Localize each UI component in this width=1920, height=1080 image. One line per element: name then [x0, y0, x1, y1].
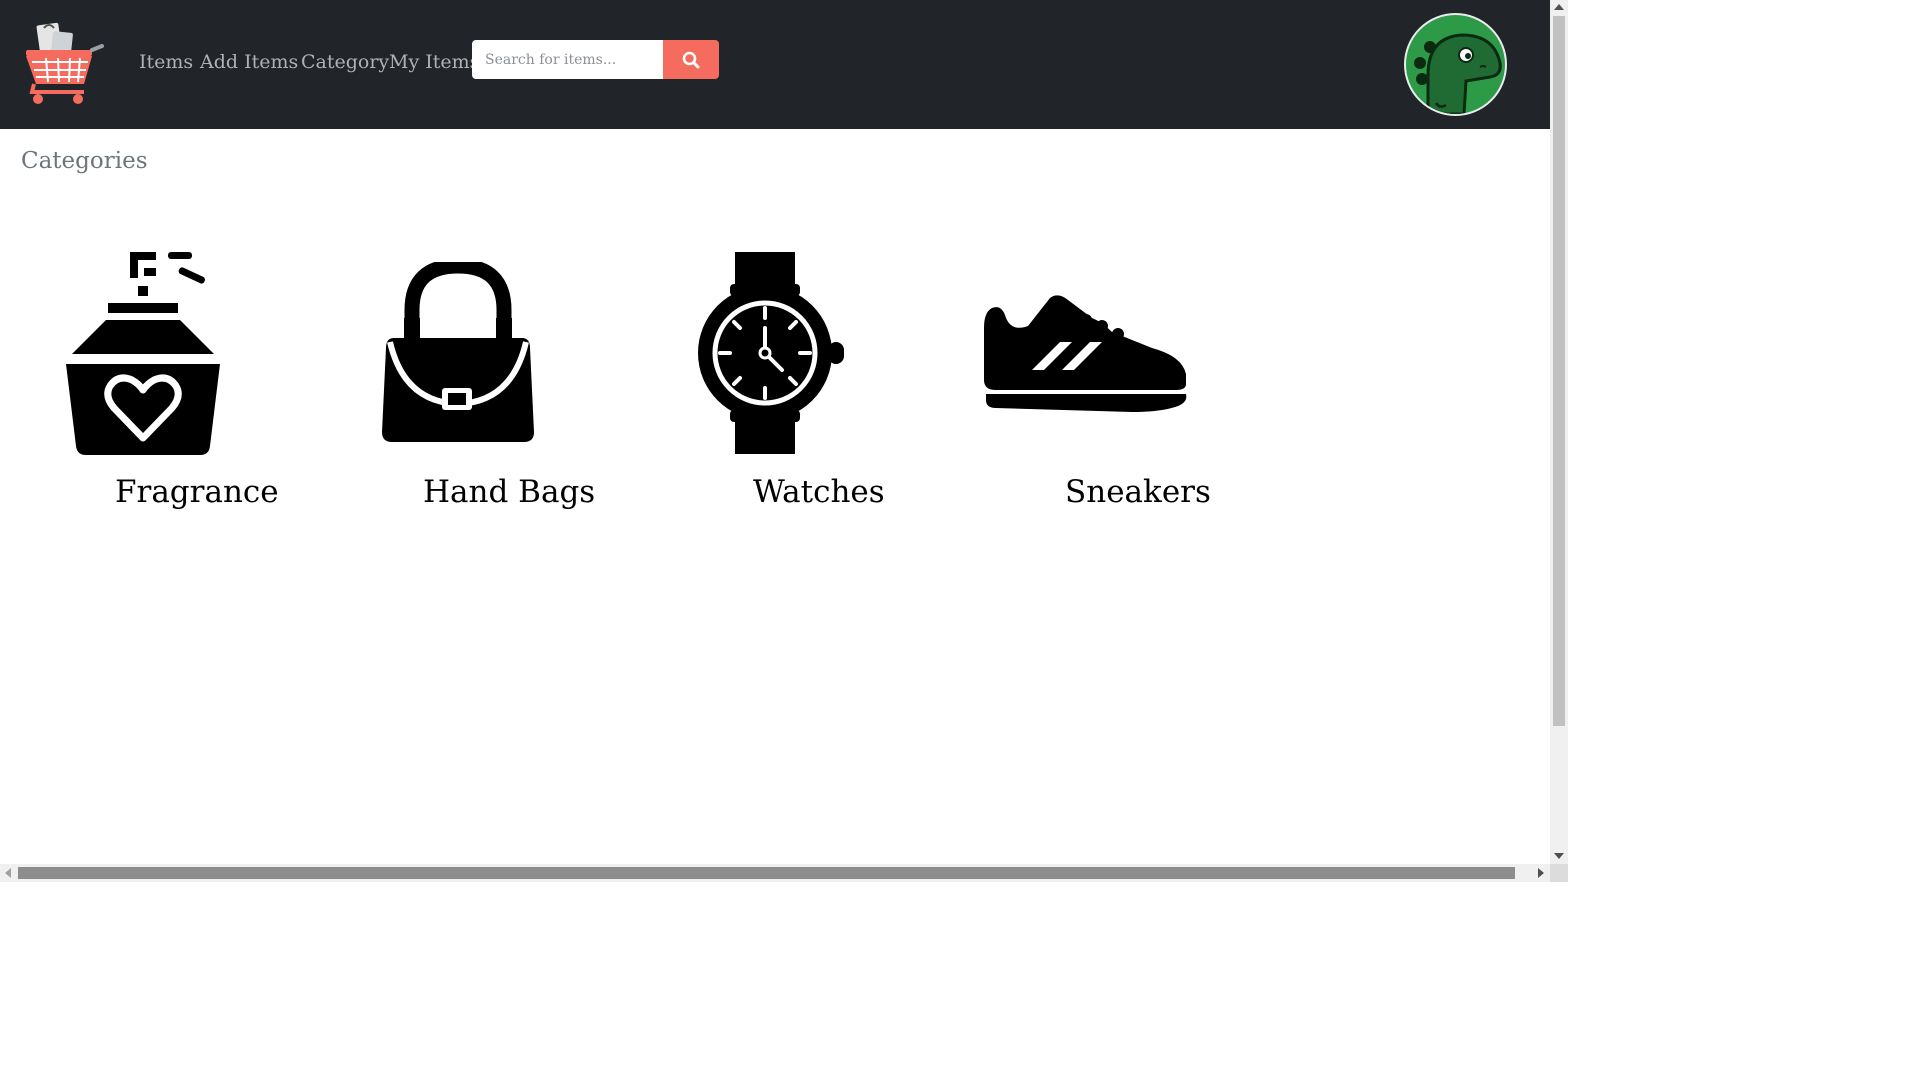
category-label-hand-bags[interactable]: Hand Bags [423, 474, 595, 510]
category-label-watches[interactable]: Watches [753, 474, 885, 510]
wristwatch-icon[interactable] [698, 250, 846, 456]
user-avatar[interactable] [1404, 13, 1507, 116]
sneaker-icon[interactable] [982, 292, 1190, 414]
scroll-right-arrow-icon[interactable] [1538, 868, 1544, 878]
page-title: Categories [21, 148, 148, 174]
nav-link-items[interactable]: Items [139, 48, 193, 76]
search-button[interactable] [663, 40, 719, 79]
nav-link-add-items[interactable]: Add Items [200, 48, 298, 76]
scroll-down-arrow-icon[interactable] [1554, 853, 1564, 859]
nav-link-category[interactable]: Category [301, 48, 389, 76]
handbag-icon[interactable] [380, 262, 536, 444]
navbar: Items Add Items Category My Items [0, 0, 1550, 129]
dinosaur-avatar-icon [1414, 33, 1502, 114]
vertical-scrollbar-thumb[interactable] [1553, 16, 1565, 726]
nav-link-my-items[interactable]: My Items [389, 48, 479, 76]
scrollbar-corner [1550, 864, 1568, 882]
category-label-fragrance[interactable]: Fragrance [115, 474, 279, 510]
scroll-left-arrow-icon[interactable] [5, 868, 11, 878]
perfume-icon[interactable] [64, 250, 222, 456]
search-icon [682, 51, 700, 68]
category-label-sneakers[interactable]: Sneakers [1065, 474, 1211, 510]
scroll-up-arrow-icon[interactable] [1554, 4, 1564, 10]
search-input[interactable] [472, 40, 663, 79]
shopping-cart-logo[interactable] [22, 22, 104, 106]
horizontal-scrollbar-thumb[interactable] [18, 867, 1515, 879]
